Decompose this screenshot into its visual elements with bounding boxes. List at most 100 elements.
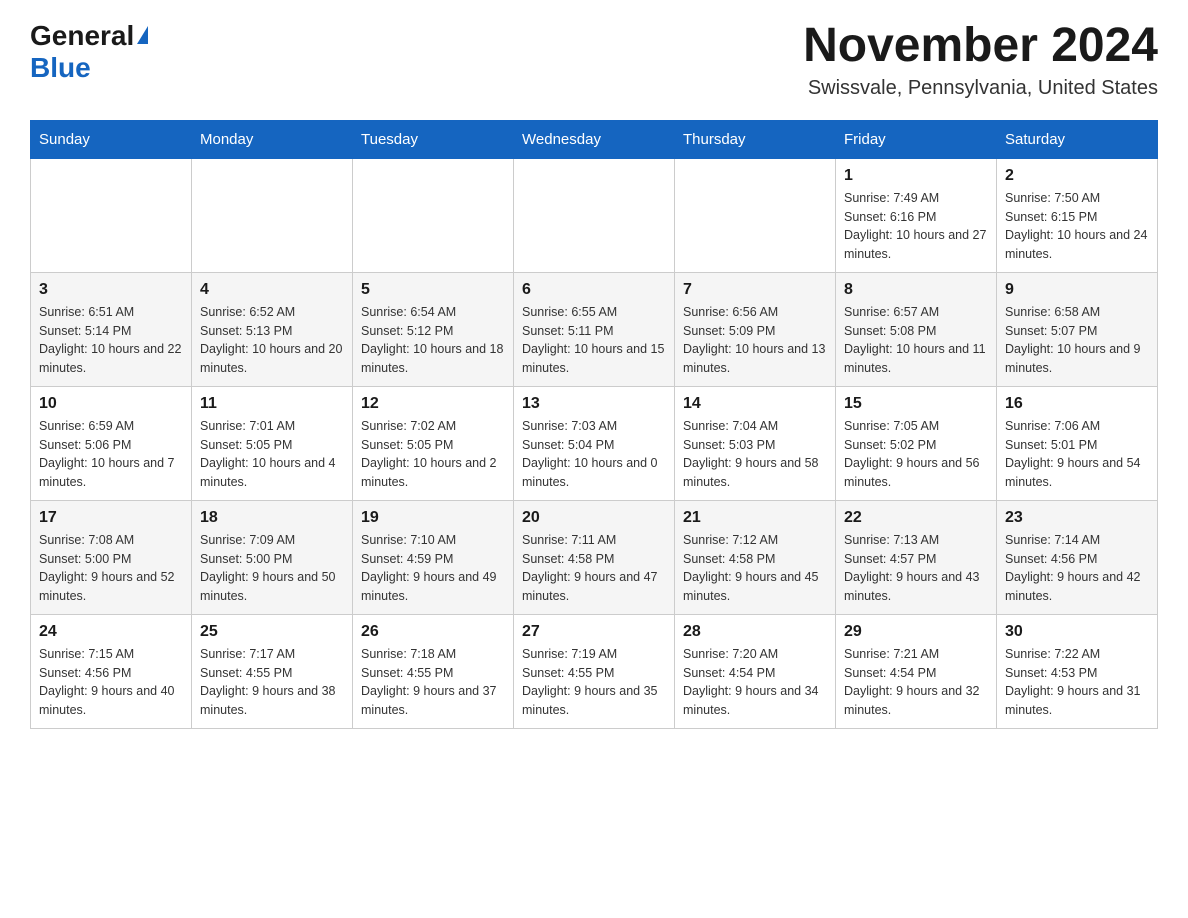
day-number: 13 [522,395,666,413]
day-number: 8 [844,281,988,299]
day-number: 22 [844,509,988,527]
calendar-week-row: 10 Sunrise: 6:59 AM Sunset: 5:06 PM Dayli… [31,386,1158,500]
table-row [192,158,353,272]
calendar-week-row: 24 Sunrise: 7:15 AM Sunset: 4:56 PM Dayli… [31,614,1158,728]
table-row: 30 Sunrise: 7:22 AM Sunset: 4:53 PM Dayli… [997,614,1158,728]
day-number: 6 [522,281,666,299]
day-info: Sunrise: 7:03 AM Sunset: 5:04 PM Dayligh… [522,417,666,492]
table-row: 29 Sunrise: 7:21 AM Sunset: 4:54 PM Dayli… [836,614,997,728]
day-info: Sunrise: 6:56 AM Sunset: 5:09 PM Dayligh… [683,303,827,378]
table-row: 27 Sunrise: 7:19 AM Sunset: 4:55 PM Dayli… [514,614,675,728]
day-number: 17 [39,509,183,527]
day-info: Sunrise: 7:06 AM Sunset: 5:01 PM Dayligh… [1005,417,1149,492]
table-row: 10 Sunrise: 6:59 AM Sunset: 5:06 PM Dayli… [31,386,192,500]
col-monday: Monday [192,120,353,158]
table-row: 25 Sunrise: 7:17 AM Sunset: 4:55 PM Dayli… [192,614,353,728]
table-row: 17Sunrise: 7:08 AM Sunset: 5:00 PM Dayli… [31,500,192,614]
logo-triangle-icon [137,26,148,44]
col-friday: Friday [836,120,997,158]
table-row [514,158,675,272]
calendar-header-row: Sunday Monday Tuesday Wednesday Thursday… [31,120,1158,158]
col-wednesday: Wednesday [514,120,675,158]
day-info: Sunrise: 7:20 AM Sunset: 4:54 PM Dayligh… [683,645,827,720]
day-info: Sunrise: 7:17 AM Sunset: 4:55 PM Dayligh… [200,645,344,720]
col-thursday: Thursday [675,120,836,158]
day-number: 20 [522,509,666,527]
day-info: Sunrise: 7:50 AM Sunset: 6:15 PM Dayligh… [1005,189,1149,264]
day-number: 7 [683,281,827,299]
table-row [31,158,192,272]
day-number: 29 [844,623,988,641]
day-number: 23 [1005,509,1149,527]
table-row: 8 Sunrise: 6:57 AM Sunset: 5:08 PM Daylig… [836,272,997,386]
day-info: Sunrise: 7:11 AM Sunset: 4:58 PM Dayligh… [522,531,666,606]
table-row: 19 Sunrise: 7:10 AM Sunset: 4:59 PM Dayli… [353,500,514,614]
day-info: Sunrise: 7:21 AM Sunset: 4:54 PM Dayligh… [844,645,988,720]
table-row: 18 Sunrise: 7:09 AM Sunset: 5:00 PM Dayli… [192,500,353,614]
day-number: 27 [522,623,666,641]
table-row: 3Sunrise: 6:51 AM Sunset: 5:14 PM Daylig… [31,272,192,386]
table-row: 9Sunrise: 6:58 AM Sunset: 5:07 PM Daylig… [997,272,1158,386]
day-info: Sunrise: 7:15 AM Sunset: 4:56 PM Dayligh… [39,645,183,720]
day-info: Sunrise: 7:49 AM Sunset: 6:16 PM Dayligh… [844,189,988,264]
table-row: 7 Sunrise: 6:56 AM Sunset: 5:09 PM Daylig… [675,272,836,386]
day-info: Sunrise: 6:52 AM Sunset: 5:13 PM Dayligh… [200,303,344,378]
calendar-week-row: 3Sunrise: 6:51 AM Sunset: 5:14 PM Daylig… [31,272,1158,386]
table-row: 21Sunrise: 7:12 AM Sunset: 4:58 PM Dayli… [675,500,836,614]
title-section: November 2024 Swissvale, Pennsylvania, U… [803,20,1158,100]
day-info: Sunrise: 7:04 AM Sunset: 5:03 PM Dayligh… [683,417,827,492]
day-info: Sunrise: 7:13 AM Sunset: 4:57 PM Dayligh… [844,531,988,606]
logo-general-text: General [30,20,134,52]
day-number: 12 [361,395,505,413]
day-info: Sunrise: 6:57 AM Sunset: 5:08 PM Dayligh… [844,303,988,378]
table-row: 14 Sunrise: 7:04 AM Sunset: 5:03 PM Dayli… [675,386,836,500]
day-number: 19 [361,509,505,527]
day-info: Sunrise: 6:59 AM Sunset: 5:06 PM Dayligh… [39,417,183,492]
calendar-week-row: 1 Sunrise: 7:49 AM Sunset: 6:16 PM Daylig… [31,158,1158,272]
day-info: Sunrise: 7:09 AM Sunset: 5:00 PM Dayligh… [200,531,344,606]
day-number: 28 [683,623,827,641]
location-subtitle: Swissvale, Pennsylvania, United States [803,77,1158,100]
table-row: 5 Sunrise: 6:54 AM Sunset: 5:12 PM Daylig… [353,272,514,386]
day-number: 5 [361,281,505,299]
day-number: 26 [361,623,505,641]
day-info: Sunrise: 7:18 AM Sunset: 4:55 PM Dayligh… [361,645,505,720]
day-number: 18 [200,509,344,527]
table-row: 15Sunrise: 7:05 AM Sunset: 5:02 PM Dayli… [836,386,997,500]
day-number: 10 [39,395,183,413]
month-year-title: November 2024 [803,20,1158,73]
table-row: 26 Sunrise: 7:18 AM Sunset: 4:55 PM Dayli… [353,614,514,728]
day-number: 24 [39,623,183,641]
day-info: Sunrise: 7:19 AM Sunset: 4:55 PM Dayligh… [522,645,666,720]
table-row: 23Sunrise: 7:14 AM Sunset: 4:56 PM Dayli… [997,500,1158,614]
day-number: 4 [200,281,344,299]
day-number: 16 [1005,395,1149,413]
col-tuesday: Tuesday [353,120,514,158]
table-row [353,158,514,272]
day-info: Sunrise: 7:10 AM Sunset: 4:59 PM Dayligh… [361,531,505,606]
day-info: Sunrise: 6:54 AM Sunset: 5:12 PM Dayligh… [361,303,505,378]
day-number: 1 [844,167,988,185]
day-info: Sunrise: 6:55 AM Sunset: 5:11 PM Dayligh… [522,303,666,378]
day-info: Sunrise: 7:22 AM Sunset: 4:53 PM Dayligh… [1005,645,1149,720]
col-saturday: Saturday [997,120,1158,158]
table-row [675,158,836,272]
table-row: 6 Sunrise: 6:55 AM Sunset: 5:11 PM Daylig… [514,272,675,386]
table-row: 28 Sunrise: 7:20 AM Sunset: 4:54 PM Dayli… [675,614,836,728]
day-number: 14 [683,395,827,413]
day-number: 25 [200,623,344,641]
day-info: Sunrise: 6:51 AM Sunset: 5:14 PM Dayligh… [39,303,183,378]
table-row: 11Sunrise: 7:01 AM Sunset: 5:05 PM Dayli… [192,386,353,500]
calendar-week-row: 17Sunrise: 7:08 AM Sunset: 5:00 PM Dayli… [31,500,1158,614]
day-info: Sunrise: 6:58 AM Sunset: 5:07 PM Dayligh… [1005,303,1149,378]
day-info: Sunrise: 7:12 AM Sunset: 4:58 PM Dayligh… [683,531,827,606]
table-row: 16 Sunrise: 7:06 AM Sunset: 5:01 PM Dayli… [997,386,1158,500]
table-row: 2Sunrise: 7:50 AM Sunset: 6:15 PM Daylig… [997,158,1158,272]
day-number: 30 [1005,623,1149,641]
day-number: 11 [200,395,344,413]
table-row: 20 Sunrise: 7:11 AM Sunset: 4:58 PM Dayli… [514,500,675,614]
calendar-table: Sunday Monday Tuesday Wednesday Thursday… [30,120,1158,729]
day-info: Sunrise: 7:05 AM Sunset: 5:02 PM Dayligh… [844,417,988,492]
page-header: General Blue November 2024 Swissvale, Pe… [30,20,1158,100]
table-row: 13 Sunrise: 7:03 AM Sunset: 5:04 PM Dayli… [514,386,675,500]
